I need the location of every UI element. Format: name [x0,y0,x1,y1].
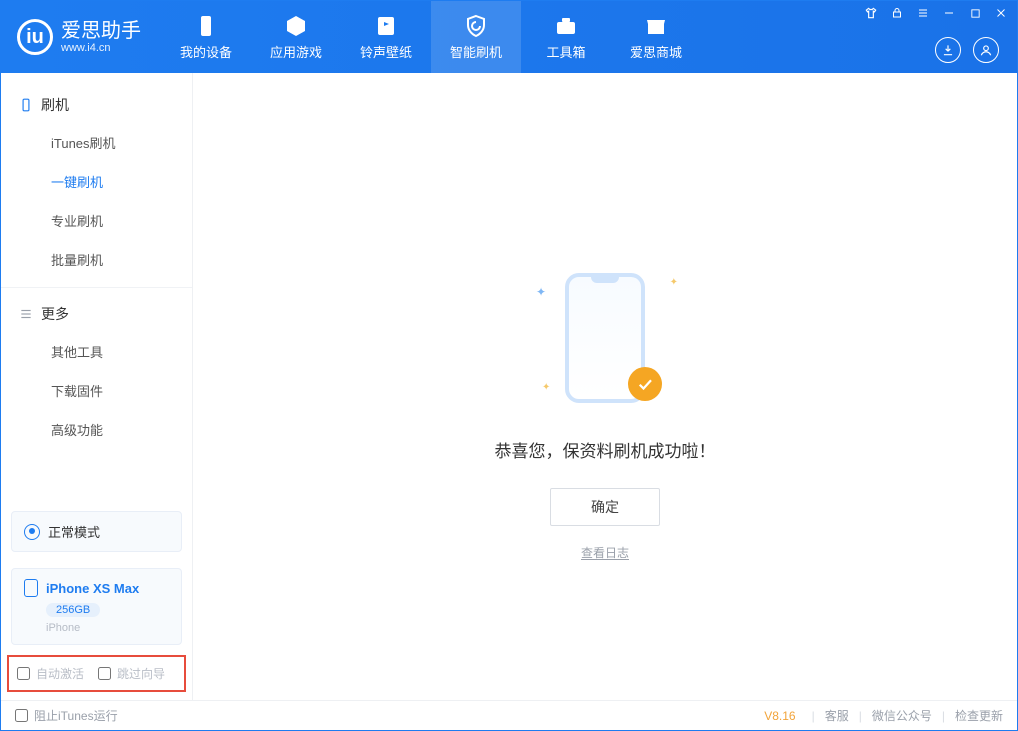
phone-outline-icon [19,98,33,112]
sparkle-icon: ✦ [542,382,550,393]
logo-icon: iu [17,19,53,55]
skip-guide-checkbox[interactable]: 跳过向导 [98,665,165,682]
mode-indicator-icon [24,524,40,540]
body: 刷机 iTunes刷机 一键刷机 专业刷机 批量刷机 更多 其他工具 下载固件 … [1,73,1017,700]
sidebar-item-one-click-flash[interactable]: 一键刷机 [1,162,192,201]
device-phone-icon [24,579,38,597]
header: iu 爱思助手 www.i4.cn 我的设备 应用游戏 铃声壁纸 智能刷机 [1,1,1017,73]
auto-activate-input[interactable] [17,667,30,680]
divider [1,287,192,288]
app-name: 爱思助手 [61,20,141,42]
footer-link-support[interactable]: 客服 [825,707,849,724]
main-content: ✦ ✦ ✦ 恭喜您，保资料刷机成功啦！ 确定 查看日志 [193,73,1017,700]
sidebar-item-pro-flash[interactable]: 专业刷机 [1,201,192,240]
tab-apps-games[interactable]: 应用游戏 [251,1,341,73]
toolbox-icon [554,14,578,38]
sparkle-icon: ✦ [670,277,678,288]
device-mode-label: 正常模式 [48,522,100,541]
menu-icon[interactable] [915,5,931,21]
sidebar-group-flash: 刷机 [1,87,192,123]
close-button[interactable] [993,5,1009,21]
sidebar: 刷机 iTunes刷机 一键刷机 专业刷机 批量刷机 更多 其他工具 下载固件 … [1,73,193,700]
minimize-button[interactable] [941,5,957,21]
tab-ringtones-wallpapers[interactable]: 铃声壁纸 [341,1,431,73]
tab-label: 应用游戏 [270,42,322,61]
tshirt-icon[interactable] [863,5,879,21]
tab-store[interactable]: 爱思商城 [611,1,701,73]
sidebar-scroll: 刷机 iTunes刷机 一键刷机 专业刷机 批量刷机 更多 其他工具 下载固件 … [1,73,192,501]
block-itunes-label: 阻止iTunes运行 [34,707,118,724]
skip-guide-input[interactable] [98,667,111,680]
sidebar-group-title: 刷机 [41,95,69,115]
sidebar-item-itunes-flash[interactable]: iTunes刷机 [1,123,192,162]
sidebar-item-batch-flash[interactable]: 批量刷机 [1,240,192,279]
separator: | [859,709,862,723]
tab-label: 智能刷机 [450,42,502,61]
block-itunes-checkbox[interactable]: 阻止iTunes运行 [15,707,118,724]
flash-options-highlight: 自动激活 跳过向导 [7,655,186,692]
tab-my-device[interactable]: 我的设备 [161,1,251,73]
sparkle-icon: ✦ [536,285,546,299]
footer-link-update[interactable]: 检查更新 [955,707,1003,724]
device-name-row: iPhone XS Max [24,579,169,597]
version-label: V8.16 [764,709,795,723]
app-window: iu 爱思助手 www.i4.cn 我的设备 应用游戏 铃声壁纸 智能刷机 [0,0,1018,731]
skip-guide-label: 跳过向导 [117,665,165,682]
tab-label: 铃声壁纸 [360,42,412,61]
sidebar-group-more: 更多 [1,296,192,332]
status-bar: 阻止iTunes运行 V8.16 | 客服 | 微信公众号 | 检查更新 [1,700,1017,730]
header-actions [935,37,999,63]
device-mode: 正常模式 [24,522,169,541]
device-mode-card[interactable]: 正常模式 [11,511,182,552]
shield-refresh-icon [464,14,488,38]
app-url: www.i4.cn [61,42,141,54]
header-tabs: 我的设备 应用游戏 铃声壁纸 智能刷机 工具箱 爱思商城 [161,1,701,73]
tab-label: 爱思商城 [630,42,682,61]
maximize-button[interactable] [967,5,983,21]
tab-toolbox[interactable]: 工具箱 [521,1,611,73]
sidebar-item-other-tools[interactable]: 其他工具 [1,332,192,371]
sidebar-group-title: 更多 [41,304,69,324]
phone-icon [194,14,218,38]
footer-links: | 客服 | 微信公众号 | 检查更新 [812,707,1003,724]
download-button[interactable] [935,37,961,63]
auto-activate-checkbox[interactable]: 自动激活 [17,665,84,682]
tab-label: 我的设备 [180,42,232,61]
ok-button[interactable]: 确定 [550,488,660,526]
success-message: 恭喜您，保资料刷机成功啦！ [495,437,716,462]
block-itunes-input[interactable] [15,709,28,722]
tab-label: 工具箱 [546,42,585,61]
success-illustration: ✦ ✦ ✦ [540,263,670,413]
separator: | [812,709,815,723]
store-icon [644,14,668,38]
device-name: iPhone XS Max [46,581,139,596]
user-button[interactable] [973,37,999,63]
logo-text: 爱思助手 www.i4.cn [61,20,141,54]
logo: iu 爱思助手 www.i4.cn [1,1,161,73]
lock-icon[interactable] [889,5,905,21]
window-controls [863,5,1009,21]
separator: | [942,709,945,723]
sidebar-item-download-firmware[interactable]: 下载固件 [1,371,192,410]
view-log-link[interactable]: 查看日志 [581,544,629,561]
list-icon [19,307,33,321]
check-badge-icon [628,367,662,401]
footer-link-wechat[interactable]: 微信公众号 [872,707,932,724]
device-subtitle: iPhone [46,622,169,634]
auto-activate-label: 自动激活 [36,665,84,682]
tab-smart-flash[interactable]: 智能刷机 [431,1,521,73]
device-card[interactable]: iPhone XS Max 256GB iPhone [11,568,182,645]
music-icon [374,14,398,38]
cube-icon [284,14,308,38]
sidebar-item-advanced[interactable]: 高级功能 [1,410,192,449]
device-capacity: 256GB [46,603,100,617]
